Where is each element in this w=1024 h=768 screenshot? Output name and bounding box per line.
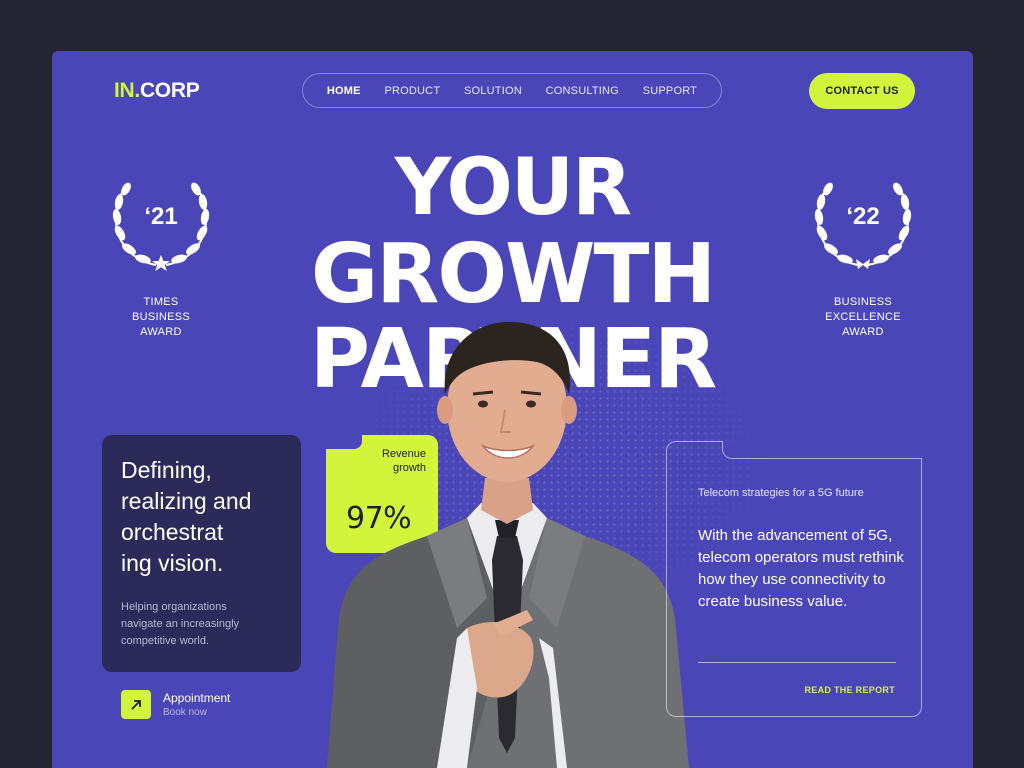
award-label-line: AWARD: [842, 326, 884, 338]
nav-item-support[interactable]: SUPPORT: [643, 85, 697, 97]
report-kicker: Telecom strategies for a 5G future: [698, 487, 864, 499]
intro-heading-line: orchestrat: [121, 519, 224, 545]
landing-page: IN.CORP HOME PRODUCT SOLUTION CONSULTING…: [52, 51, 973, 768]
award-2021: ‘21 TIMES BUSINESS AWARD: [101, 173, 221, 340]
award-label-line: BUSINESS: [833, 296, 893, 308]
appointment-title: Appointment: [163, 691, 231, 705]
report-body: With the advancement of 5G, telecom oper…: [698, 527, 904, 610]
logo[interactable]: IN.CORP: [114, 79, 200, 103]
intro-card: Defining, realizing and orchestrat ing v…: [102, 435, 301, 672]
intro-body-line: Helping organizations: [121, 601, 227, 613]
appointment-text: Appointment Book now: [163, 691, 230, 718]
award-label-line: TIMES: [143, 296, 179, 308]
award-label: TIMES BUSINESS AWARD: [101, 295, 221, 340]
nav-item-home[interactable]: HOME: [327, 85, 361, 97]
award-year: ‘22: [846, 203, 880, 230]
report-card: Telecom strategies for a 5G future With …: [666, 441, 922, 717]
logo-suffix: CORP: [139, 79, 200, 102]
card-tab: [722, 441, 922, 459]
award-label: BUSINESS EXCELLENCE AWARD: [803, 295, 923, 340]
arrow-up-right-icon[interactable]: [121, 690, 151, 719]
intro-heading-line: Defining,: [121, 457, 212, 483]
nav-item-solution[interactable]: SOLUTION: [464, 85, 522, 97]
intro-heading-line: ing vision.: [121, 550, 224, 576]
nav-item-consulting[interactable]: CONSULTING: [546, 85, 619, 97]
intro-body: Helping organizations navigate an increa…: [121, 599, 282, 650]
award-label-line: AWARD: [140, 326, 182, 338]
appointment-subtitle: Book now: [163, 707, 207, 718]
award-2022: ‘22 BUSINESS EXCELLENCE AWARD: [803, 173, 923, 340]
logo-prefix: IN.: [114, 79, 140, 102]
read-report-link[interactable]: READ THE REPORT: [804, 685, 895, 695]
contact-us-button[interactable]: CONTACT US: [809, 73, 915, 109]
award-label-line: EXCELLENCE: [825, 311, 901, 323]
appointment-link[interactable]: Appointment Book now: [121, 690, 230, 719]
intro-body-line: navigate an increasingly: [121, 618, 240, 630]
intro-heading-line: realizing and: [121, 488, 252, 514]
nav-item-product[interactable]: PRODUCT: [384, 85, 440, 97]
businessman-photo: [327, 321, 689, 768]
award-year: ‘21: [144, 203, 178, 230]
main-nav: HOME PRODUCT SOLUTION CONSULTING SUPPORT: [302, 73, 722, 108]
intro-body-line: competitive world.: [121, 635, 210, 647]
intro-heading: Defining, realizing and orchestrat ing v…: [121, 455, 282, 579]
award-label-line: BUSINESS: [131, 311, 191, 323]
divider: [698, 662, 896, 663]
